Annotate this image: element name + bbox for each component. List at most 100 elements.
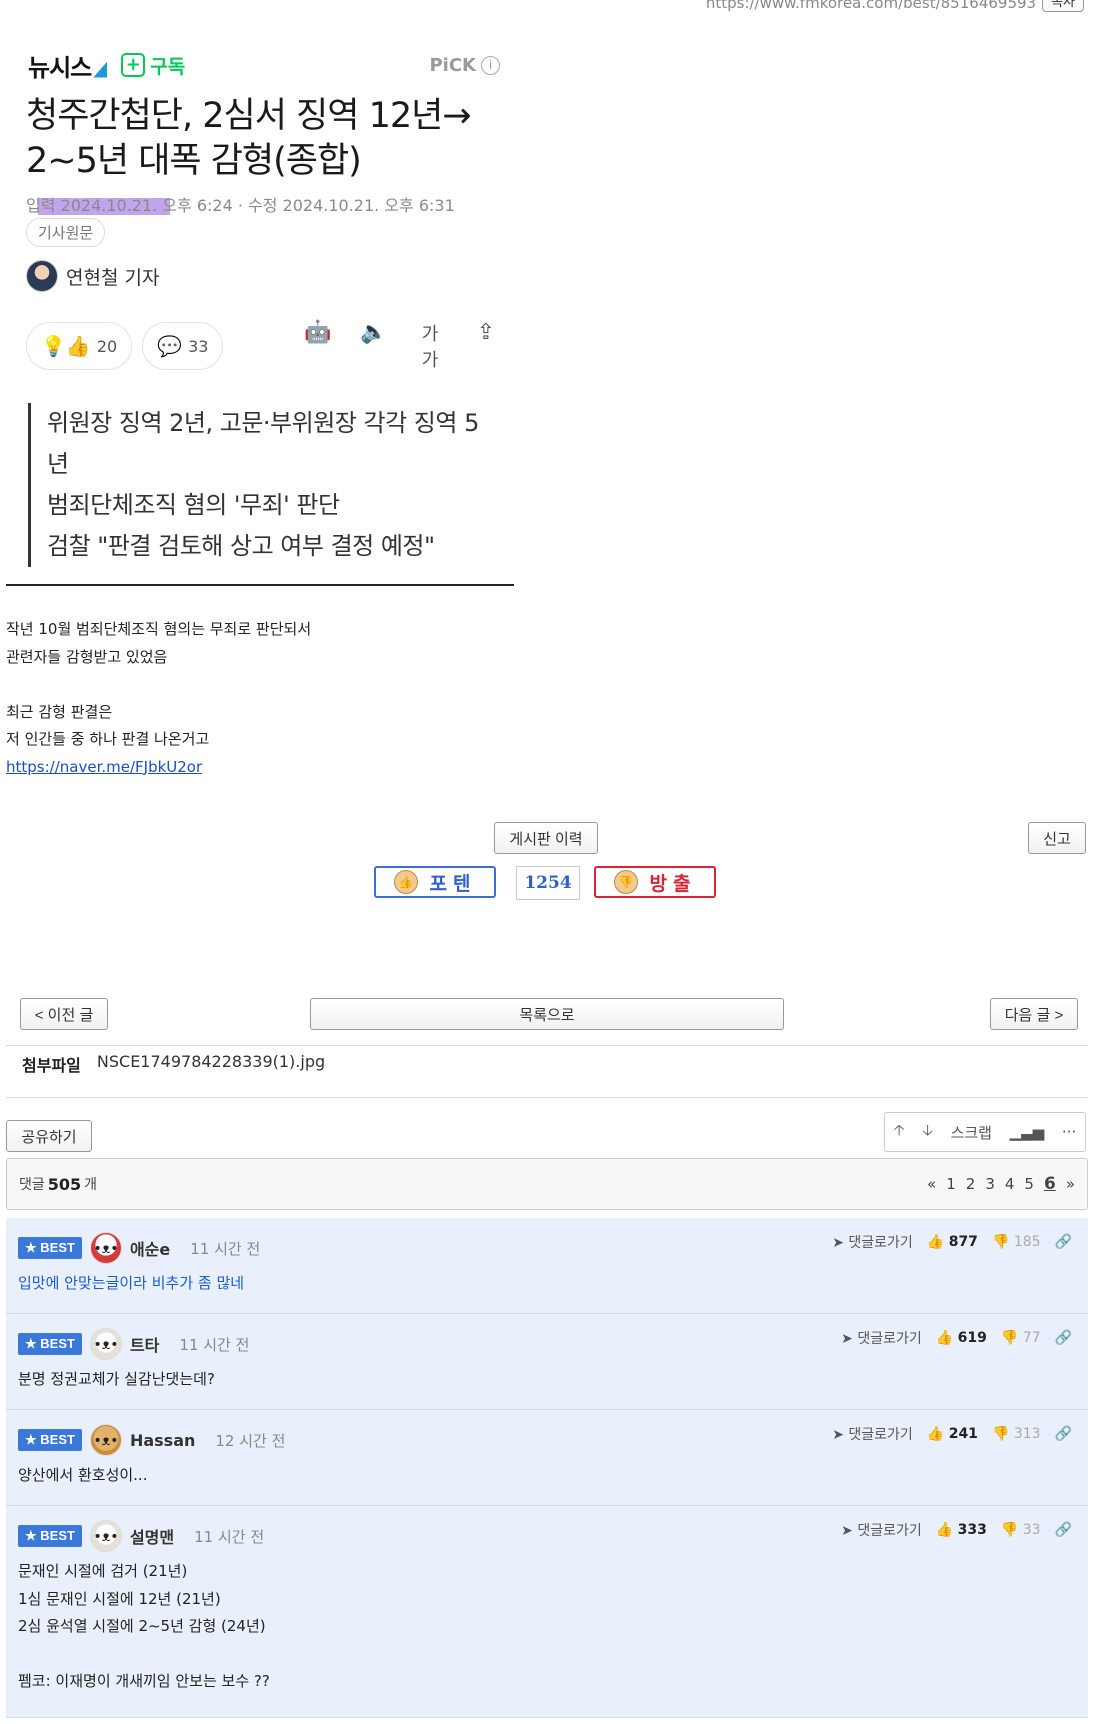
attachment-label: 첨부파일 <box>22 1056 81 1075</box>
avatar: •ᴥ• <box>89 1232 122 1264</box>
article-summary: 위원장 징역 2년, 고문·부위원장 각각 징역 5년 범죄단체조직 혐의 '무… <box>28 403 488 567</box>
info-icon[interactable]: i <box>481 55 500 75</box>
comment-body: 분명 정권교체가 실감난댓는데? <box>18 1366 215 1394</box>
comment-nick[interactable]: 애순e <box>130 1236 170 1260</box>
comment-nick[interactable]: 설명맨 <box>130 1524 174 1548</box>
subscribe-label: 구독 <box>150 55 186 78</box>
scrap-button[interactable]: 스크랩 <box>951 1122 992 1143</box>
attachment-row: 첨부파일 NSCE1749784228339(1).jpg <box>22 1052 325 1076</box>
share-icon[interactable]: ⇪ <box>472 320 500 372</box>
original-article-tag[interactable]: 기사원문 <box>26 218 106 247</box>
current-page[interactable]: 6 <box>1044 1174 1056 1194</box>
plus-icon: + <box>121 53 146 77</box>
article-tools: 🤖 🔈 가가 ⇪ <box>304 320 500 372</box>
reporter[interactable]: 연현철 기자 <box>26 260 159 292</box>
comment-nick[interactable]: Hassan <box>130 1431 195 1450</box>
comment-button[interactable]: 💬 33 <box>142 322 224 370</box>
downvote-button[interactable]: 👎 77 <box>1001 1330 1041 1346</box>
go-to-comment-link[interactable]: ➤ 댓글로가기 <box>841 1328 922 1348</box>
page-link[interactable]: 5 <box>1024 1175 1034 1193</box>
comment-body: 입맛에 안맞는글이라 비추가 좀 많네 <box>18 1270 244 1298</box>
back-to-list-button[interactable]: 목록으로 <box>310 998 784 1030</box>
page-link[interactable]: 2 <box>966 1175 976 1193</box>
page-link[interactable]: 4 <box>1005 1175 1015 1193</box>
comment-line: 1심 문재인 시절에 12년 (21년) <box>18 1589 221 1608</box>
divider <box>6 1045 1088 1046</box>
comment-line: 입맛에 안맞는글이라 비추가 좀 많네 <box>18 1274 245 1292</box>
comment-line <box>18 1641 270 1669</box>
link-icon[interactable]: 🔗 <box>1055 1330 1072 1346</box>
card-divider <box>6 584 514 586</box>
dates-text: 입력 2024.10.21. 오후 6:24 · 수정 2024.10.21. … <box>26 196 455 215</box>
vote-up-label: 포텐 <box>429 872 477 895</box>
comments-count: 505 <box>47 1174 82 1194</box>
upvote-button[interactable]: 👍 877 <box>927 1234 978 1250</box>
go-to-comment-link[interactable]: ➤ 댓글로가기 <box>832 1424 913 1444</box>
page-link[interactable]: 1 <box>946 1175 956 1193</box>
arrow-up-icon[interactable]: 🡡 <box>894 1120 905 1145</box>
arrow-down-icon[interactable]: 🡣 <box>922 1120 933 1145</box>
best-badge: ★ BEST <box>18 1429 82 1451</box>
downvote-button[interactable]: 👎 33 <box>1001 1522 1041 1538</box>
attachment-file[interactable]: NSCE1749784228339(1).jpg <box>97 1052 325 1076</box>
robot-summary-icon[interactable]: 🤖 <box>304 320 332 372</box>
vote-down-button[interactable]: 👎 방출 <box>594 866 716 898</box>
best-badge: ★ BEST <box>18 1333 82 1355</box>
upvote-button[interactable]: 👍 619 <box>936 1330 987 1346</box>
url-bar: https://www.fmkorea.com/best/8516469593 … <box>706 0 1084 12</box>
stats-icon[interactable]: ▁▃▅ <box>1010 1123 1045 1141</box>
comments-suffix: 개 <box>84 1177 98 1193</box>
prev-post-button[interactable]: < 이전 글 <box>20 998 108 1030</box>
comment-time: 11 시간 전 <box>179 1335 250 1354</box>
last-page-icon[interactable]: » <box>1066 1175 1075 1193</box>
reaction-emoji-icon: 💡👍 <box>41 334 91 358</box>
comment-time: 12 시간 전 <box>215 1431 286 1450</box>
subscribe-button[interactable]: + 구독 <box>121 52 185 79</box>
body-line: 저 인간들 중 하나 판결 나온거고 <box>6 730 210 748</box>
next-post-button[interactable]: 다음 글 > <box>990 998 1078 1030</box>
reporter-name: 연현철 기자 <box>66 266 160 289</box>
vote-down-label: 방출 <box>649 872 697 895</box>
body-line: 최근 감형 판결은 <box>6 702 113 721</box>
news-logo[interactable]: 뉴시스 <box>28 48 108 83</box>
link-icon[interactable]: 🔗 <box>1055 1426 1072 1442</box>
speaker-icon[interactable]: 🔈 <box>360 320 388 372</box>
comment-item: ★ BEST •ᴥ• Hassan 12 시간 전 ➤ 댓글로가기 👍 241 … <box>6 1410 1088 1506</box>
link-icon[interactable]: 🔗 <box>1055 1522 1072 1538</box>
font-size-icon[interactable]: 가가 <box>416 320 444 372</box>
pick-badge: PiCK i <box>429 55 500 76</box>
best-badge: ★ BEST <box>18 1525 82 1547</box>
share-button[interactable]: 공유하기 <box>6 1120 92 1152</box>
comment-body: 문재인 시절에 검거 (21년) 1심 문재인 시절에 12년 (21년) 2심… <box>18 1558 270 1696</box>
reporter-avatar <box>26 260 58 292</box>
downvote-button[interactable]: 👎 185 <box>992 1234 1041 1250</box>
news-brand-row: 뉴시스 + 구독 PiCK i <box>28 48 500 83</box>
upvote-button[interactable]: 👍 241 <box>927 1426 978 1442</box>
comment-count: 33 <box>188 336 209 356</box>
comment-item: ★ BEST •ᴥ• 트타 11 시간 전 ➤ 댓글로가기 👍 619 👎 77… <box>6 1314 1088 1410</box>
comment-body: 양산에서 환호성이... <box>18 1462 147 1490</box>
comment-line: 2심 윤석열 시절에 2~5년 감형 (24년) <box>18 1617 266 1635</box>
reaction-button[interactable]: 💡👍 20 <box>26 322 133 370</box>
article-headline: 청주간첩단, 2심서 징역 12년→ 2~5년 대폭 감형(종합) <box>26 96 472 181</box>
upvote-button[interactable]: 👍 333 <box>936 1522 987 1538</box>
go-to-comment-link[interactable]: ➤ 댓글로가기 <box>841 1520 922 1540</box>
comment-pager: « 1 2 3 4 5 6 » <box>927 1174 1075 1194</box>
board-history-button[interactable]: 게시판 이력 <box>494 822 598 854</box>
go-to-comment-link[interactable]: ➤ 댓글로가기 <box>832 1232 913 1252</box>
report-button[interactable]: 신고 <box>1028 822 1086 854</box>
link-icon[interactable]: 🔗 <box>1055 1234 1072 1250</box>
divider <box>6 1097 1088 1098</box>
comments-label: 댓글 <box>19 1177 45 1193</box>
news-link[interactable]: https://naver.me/FJbkU2or <box>6 754 311 782</box>
copy-url-button[interactable]: 복사 <box>1042 0 1084 12</box>
downvote-button[interactable]: 👎 313 <box>992 1426 1041 1442</box>
comments-header: 댓글 505 개 « 1 2 3 4 5 6 » <box>6 1158 1088 1210</box>
page-link[interactable]: 3 <box>985 1175 995 1193</box>
first-page-icon[interactable]: « <box>927 1175 936 1193</box>
url-text: https://www.fmkorea.com/best/8516469593 <box>705 0 1037 12</box>
more-icon[interactable]: ··· <box>1062 1123 1076 1141</box>
vote-up-button[interactable]: 👍 포텐 <box>374 866 496 898</box>
comment-nick[interactable]: 트타 <box>130 1332 159 1356</box>
post-body: 작년 10월 범죄단체조직 혐의는 무죄로 판단되서 관련자들 감형받고 있었음… <box>6 616 311 781</box>
